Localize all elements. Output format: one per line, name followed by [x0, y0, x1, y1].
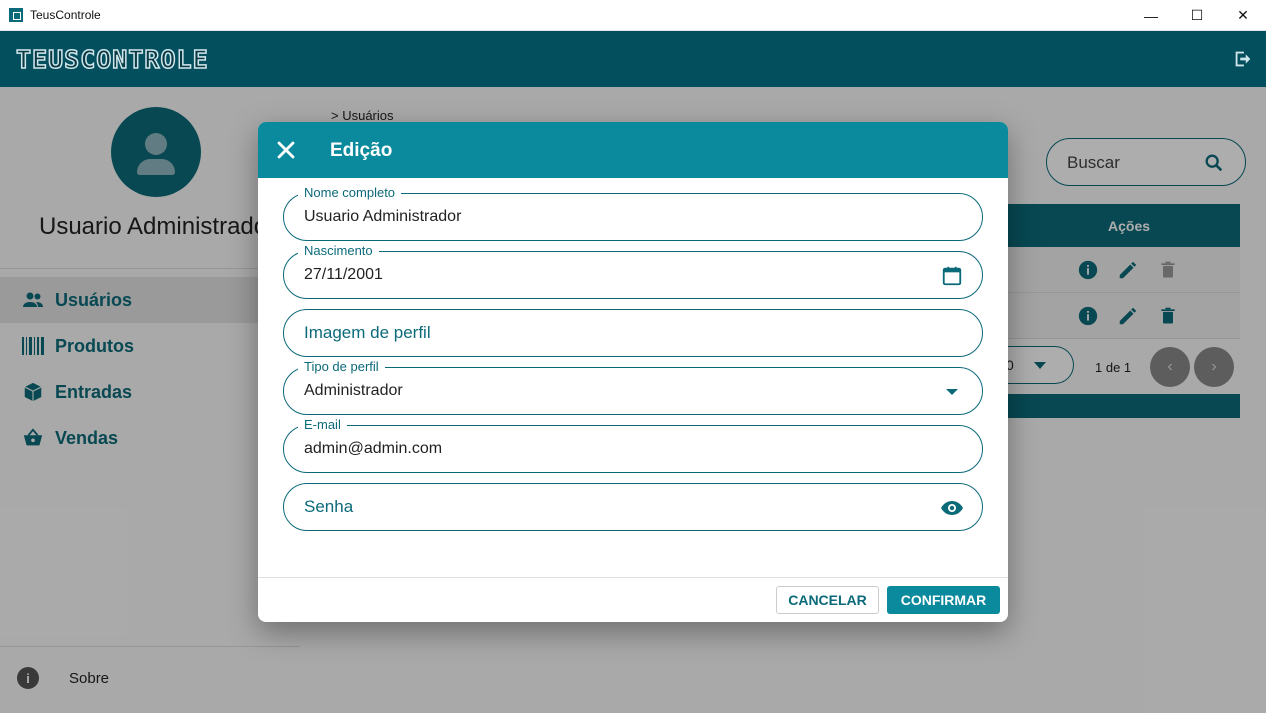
dialog-title: Edição	[330, 140, 393, 161]
nome-completo-field[interactable]: Nome completo Usuario Administrador	[283, 184, 983, 241]
app-icon	[9, 8, 23, 22]
eye-icon[interactable]	[940, 496, 964, 520]
field-value: admin@admin.com	[304, 440, 443, 457]
field-label: E-mail	[298, 416, 347, 434]
imagem-perfil-field[interactable]: Imagem de perfil	[283, 309, 983, 357]
dialog-form: Nome completo Usuario Administrador Nasc…	[258, 178, 1008, 578]
minimize-button[interactable]: —	[1128, 0, 1174, 31]
maximize-button[interactable]: ☐	[1174, 0, 1220, 31]
field-label: Tipo de perfil	[298, 358, 385, 376]
app-logo: TEUSCONTROLE	[15, 44, 209, 75]
logout-icon[interactable]	[1232, 48, 1254, 70]
chevron-down-icon[interactable]	[940, 380, 964, 404]
window-controls: — ☐ ✕	[1128, 0, 1266, 31]
window-title: TeusControle	[30, 8, 101, 22]
field-value: 27/11/2001	[304, 266, 383, 283]
email-field[interactable]: E-mail admin@admin.com	[283, 416, 983, 473]
dialog-footer: CANCELAR CONFIRMAR	[258, 577, 1008, 622]
field-label: Nome completo	[298, 184, 402, 202]
field-value: Usuario Administrador	[304, 208, 462, 225]
close-icon[interactable]	[276, 140, 296, 160]
tipo-perfil-select[interactable]: Tipo de perfil Administrador	[283, 358, 983, 415]
dialog-header: Edição	[258, 122, 1008, 178]
field-value: Administrador	[304, 382, 403, 399]
field-placeholder: Imagem de perfil	[304, 323, 431, 342]
field-label: Nascimento	[298, 242, 379, 260]
field-placeholder: Senha	[304, 497, 354, 516]
senha-field[interactable]: Senha	[283, 483, 983, 531]
calendar-icon[interactable]	[940, 264, 964, 288]
app-header: TEUSCONTROLE	[0, 31, 1266, 87]
close-window-button[interactable]: ✕	[1220, 0, 1266, 31]
edit-dialog: Edição Nome completo Usuario Administrad…	[258, 122, 1008, 622]
cancel-button[interactable]: CANCELAR	[776, 586, 879, 614]
window-titlebar: TeusControle — ☐ ✕	[0, 0, 1266, 31]
nascimento-field[interactable]: Nascimento 27/11/2001	[283, 242, 983, 299]
confirm-button[interactable]: CONFIRMAR	[887, 586, 1000, 614]
